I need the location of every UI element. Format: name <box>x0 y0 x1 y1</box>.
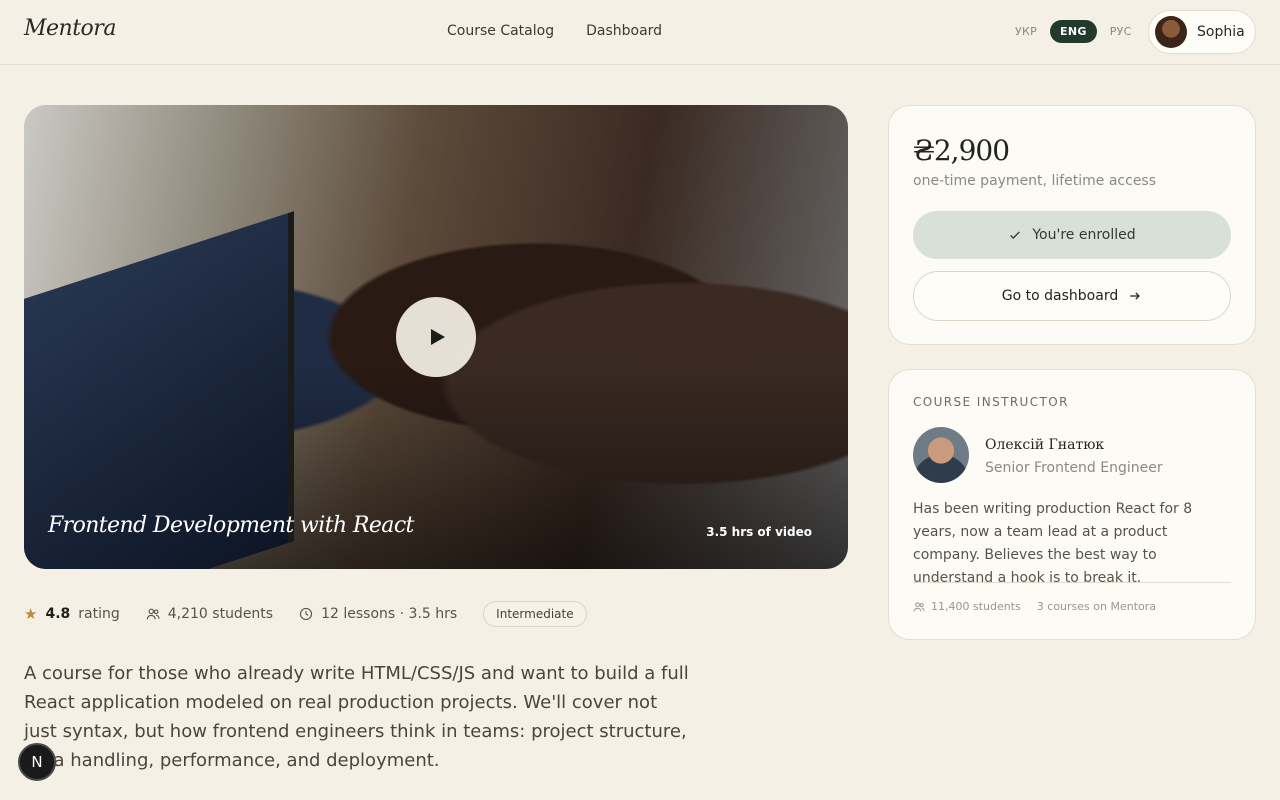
user-menu[interactable]: Sophia <box>1148 10 1256 54</box>
main-nav: Course Catalog Dashboard <box>447 23 662 39</box>
arrow-right-icon <box>1130 292 1141 300</box>
language-switcher: УКР ENG РУС <box>1010 20 1137 43</box>
play-icon <box>431 329 445 345</box>
instructor-students: 11,400 students <box>913 600 1021 613</box>
video-duration: 3.5 hrs of video <box>706 525 812 539</box>
nav-dashboard[interactable]: Dashboard <box>586 23 662 39</box>
instructor-avatar <box>913 427 969 483</box>
instructor-students-count: 11,400 students <box>931 600 1021 613</box>
instructor-meta: 11,400 students 3 courses on Mentora <box>913 600 1156 613</box>
check-icon <box>1010 231 1021 240</box>
rating-stat: ★ 4.8 rating <box>24 605 120 623</box>
lang-eng[interactable]: ENG <box>1050 20 1097 43</box>
dashboard-label: Go to dashboard <box>1001 288 1119 304</box>
divider <box>913 582 1231 583</box>
enrolled-button[interactable]: You're enrolled <box>913 211 1231 259</box>
lessons-stat: 12 lessons · 3.5 hrs <box>299 606 457 622</box>
level-badge: Intermediate <box>483 601 587 627</box>
course-description: A course for those who already write HTM… <box>24 663 689 771</box>
users-icon <box>146 608 160 620</box>
instructor-courses-count: 3 courses on Mentora <box>1036 600 1157 613</box>
lang-rus[interactable]: РУС <box>1105 20 1137 43</box>
users-icon <box>913 601 925 612</box>
clock-icon <box>300 607 313 621</box>
star-icon: ★ <box>24 605 38 623</box>
play-button[interactable] <box>396 297 476 377</box>
user-name: Sophia <box>1197 24 1245 40</box>
students-stat: 4,210 students <box>146 606 273 622</box>
price-subtitle: one-time payment, lifetime access <box>913 173 1157 189</box>
course-price: ₴2,900 <box>913 134 1010 167</box>
top-bar: Mentora Course Catalog Dashboard УКР ENG… <box>0 0 1280 65</box>
instructor-bio: Has been writing production React for 8 … <box>913 501 1193 586</box>
go-to-dashboard-button[interactable]: Go to dashboard <box>913 271 1231 321</box>
students-count: 4,210 students <box>167 606 274 622</box>
instructor-role: Senior Frontend Engineer <box>985 460 1163 476</box>
nav-course-catalog[interactable]: Course Catalog <box>447 23 554 39</box>
logo[interactable]: Mentora <box>24 16 116 41</box>
next-dev-badge-button[interactable]: N <box>18 743 56 781</box>
course-video[interactable]: Frontend Development with React 3.5 hrs … <box>24 105 848 569</box>
instructor-card: COURSE INSTRUCTOR Олексій Гнатюк Senior … <box>888 369 1256 640</box>
course-stats: ★ 4.8 rating 4,210 students 12 lessons ·… <box>24 601 587 627</box>
rating-label: rating <box>78 606 120 622</box>
instructor-section-label: COURSE INSTRUCTOR <box>913 395 1069 409</box>
enrolled-label: You're enrolled <box>1032 227 1136 243</box>
rating-value: 4.8 <box>45 606 71 622</box>
pricing-card: ₴2,900 one-time payment, lifetime access… <box>888 105 1256 345</box>
instructor-name[interactable]: Олексій Гнатюк <box>985 437 1104 453</box>
course-title: Frontend Development with React <box>48 513 414 538</box>
avatar <box>1155 16 1187 48</box>
lessons-count: 12 lessons · 3.5 hrs <box>321 606 458 622</box>
lang-ukr[interactable]: УКР <box>1010 20 1042 43</box>
